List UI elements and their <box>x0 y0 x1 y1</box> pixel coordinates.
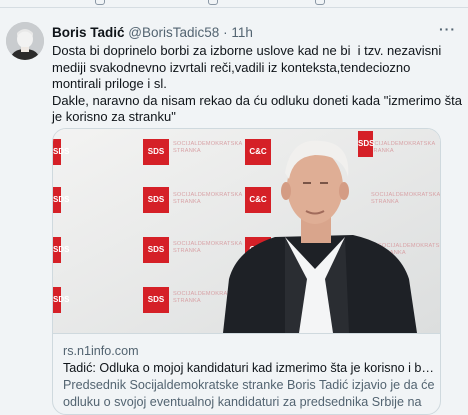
avatar[interactable] <box>6 22 44 60</box>
speaker-photo <box>223 140 417 333</box>
reply-icon[interactable] <box>95 0 105 5</box>
link-card-meta[interactable]: rs.n1info.com Tadić: Odluka o mojoj kand… <box>53 333 440 414</box>
tweet-time[interactable]: 11h <box>231 25 253 40</box>
ellipsis-icon[interactable]: ··· <box>439 21 456 37</box>
like-icon[interactable] <box>315 0 325 5</box>
link-card-domain: rs.n1info.com <box>63 344 139 358</box>
tweet-text: Dosta bi doprinelo borbi za izborne uslo… <box>52 43 462 126</box>
previous-tweet-actions <box>0 0 468 8</box>
retweet-icon[interactable] <box>208 0 218 5</box>
link-card[interactable]: SDS SDS SOCIJALDEMOKRATSKA STRANKA C&C S… <box>52 128 441 415</box>
tweet-text-line: Dakle, naravno da nisam rekao da ću odlu… <box>52 92 466 125</box>
tweet-text-line: Dosta bi doprinelo borbi za izborne uslo… <box>52 43 445 92</box>
author-handle[interactable]: @BorisTadic58 <box>128 25 219 40</box>
link-card-description: Predsednik Socijaldemokratske stranke Bo… <box>63 378 435 414</box>
link-card-title[interactable]: Tadić: Odluka o mojoj kandidaturi kad iz… <box>63 360 435 377</box>
tweet-header: Boris Tadić @BorisTadic58 · 11h <box>52 24 253 42</box>
tweet[interactable]: Boris Tadić @BorisTadic58 · 11h ··· Dost… <box>0 9 468 415</box>
author-name[interactable]: Boris Tadić <box>52 25 125 40</box>
link-card-image[interactable]: SDS SDS SOCIJALDEMOKRATSKA STRANKA C&C S… <box>53 129 440 333</box>
separator: · <box>223 25 228 40</box>
